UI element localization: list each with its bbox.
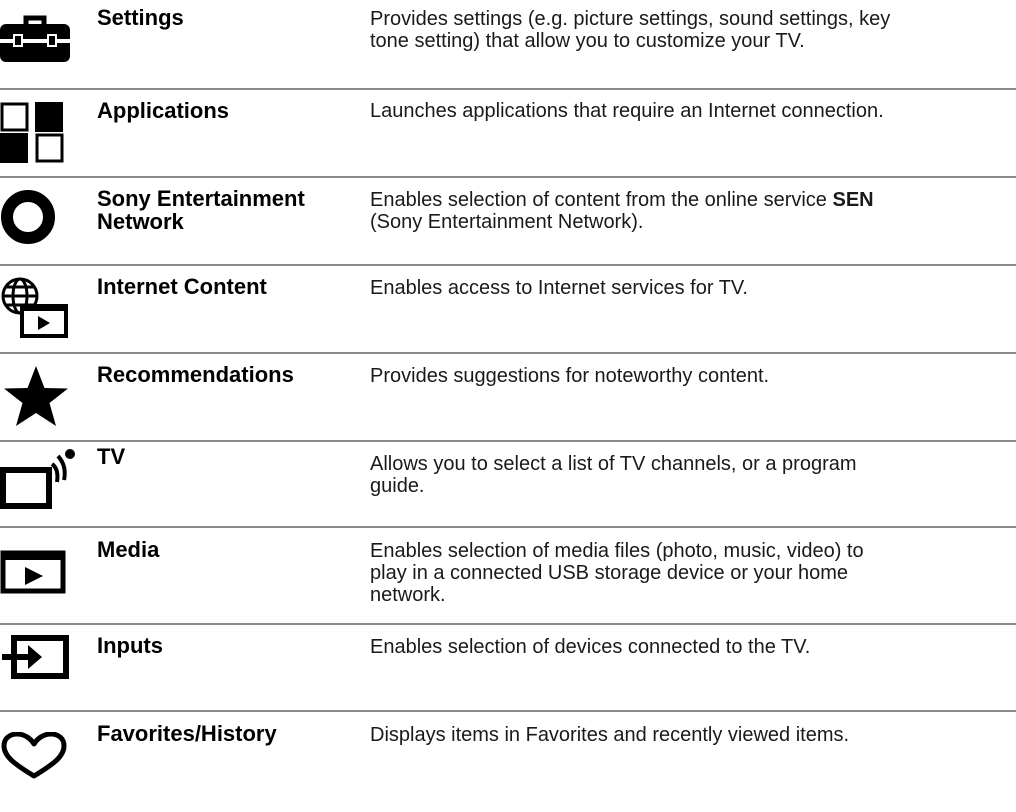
menu-item-name: Applications [97, 98, 230, 123]
menu-item-description: Provides settings (e.g. picture settings… [370, 8, 891, 52]
row-separator [0, 88, 1016, 90]
menu-item-name: Internet Content [97, 274, 267, 299]
menu-item-description: Enables selection of content from the on… [370, 189, 874, 233]
ring-icon [0, 188, 76, 248]
row-separator [0, 710, 1016, 712]
row-separator [0, 264, 1016, 266]
menu-item-description: Displays items in Favorites and recently… [370, 724, 850, 746]
menu-item-description: Allows you to select a list of TV channe… [370, 453, 857, 497]
row-separator [0, 440, 1016, 442]
row-separator [0, 526, 1016, 528]
globe-play-icon [0, 276, 76, 338]
menu-item-name: Recommendations [97, 362, 294, 387]
menu-item-name: TV [97, 444, 126, 469]
toolbox-icon [0, 14, 76, 74]
menu-item-description: Enables access to Internet services for … [370, 277, 748, 299]
menu-item-name: Media [97, 537, 160, 562]
menu-item-name: Favorites/History [97, 721, 277, 746]
menu-item-description: Enables selection of devices connected t… [370, 636, 811, 658]
media-play-icon [0, 550, 76, 610]
row-separator [0, 176, 1016, 178]
heart-icon [0, 732, 76, 792]
apps-grid-icon [0, 102, 76, 163]
input-icon [0, 635, 76, 695]
menu-item-name: Sony Entertainment Network [97, 186, 305, 234]
menu-item-name: Settings [97, 5, 184, 30]
row-separator [0, 352, 1016, 354]
menu-item-description: Provides suggestions for noteworthy cont… [370, 365, 770, 387]
menu-item-description: Launches applications that require an In… [370, 100, 884, 122]
row-separator [0, 623, 1016, 625]
star-icon [0, 366, 76, 426]
menu-item-name: Inputs [97, 633, 163, 658]
menu-item-description: Enables selection of media files (photo,… [370, 540, 864, 606]
tv-icon [0, 448, 76, 509]
